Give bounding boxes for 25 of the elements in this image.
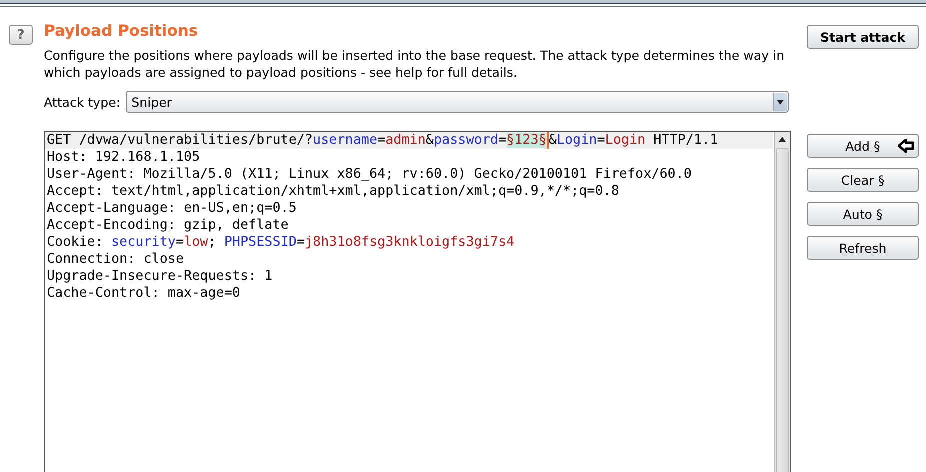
scrollbar[interactable] [774,132,790,472]
request-line: Accept-Language: en-US,en;q=0.5 [46,200,298,217]
request-line: Cookie: security=low; PHPSESSID=j8h31o8fsg3knkloigfs3gi7s4 [46,234,516,251]
request-line: Cache-Control: max-age=0 [46,285,242,302]
request-line: User-Agent: Mozilla/5.0 (X11; Linux x86_64; rv:60.0) Gecko/20100101 Firefox/60.0 [46,166,693,183]
start-attack-button[interactable]: Start attack [807,25,919,49]
section-description: Configure the positions where payloads will be inserted into the base request. The attack type determines the way in which payloads are assigned to payload positions - see help for full details. [44,47,786,81]
request-line: Accept-Encoding: gzip, deflate [46,217,290,234]
attack-type-dropdown[interactable]: Sniper [126,91,789,113]
request-line: Host: 192.168.1.105 [46,149,202,166]
text-cursor [546,132,549,149]
request-editor[interactable] [44,131,791,472]
section-title: Payload Positions [44,21,200,41]
request-line: Connection: close [46,251,186,268]
request-line: Accept: text/html,application/xhtml+xml,application/xml;q=0.9,*/*;q=0.8 [46,183,620,200]
position-button[interactable]: Clear § [807,168,919,192]
scroll-up-icon[interactable] [779,137,786,142]
position-button[interactable]: Add § [807,134,919,158]
position-button[interactable]: Refresh [807,236,919,260]
dropdown-arrow-icon [776,100,784,104]
request-line: Upgrade-Insecure-Requests: 1 [46,268,274,285]
position-button[interactable]: Auto § [807,202,919,226]
left-arrow-icon [898,139,914,153]
help-button[interactable]: ? [9,25,33,45]
attack-type-label: Attack type: [44,94,121,110]
